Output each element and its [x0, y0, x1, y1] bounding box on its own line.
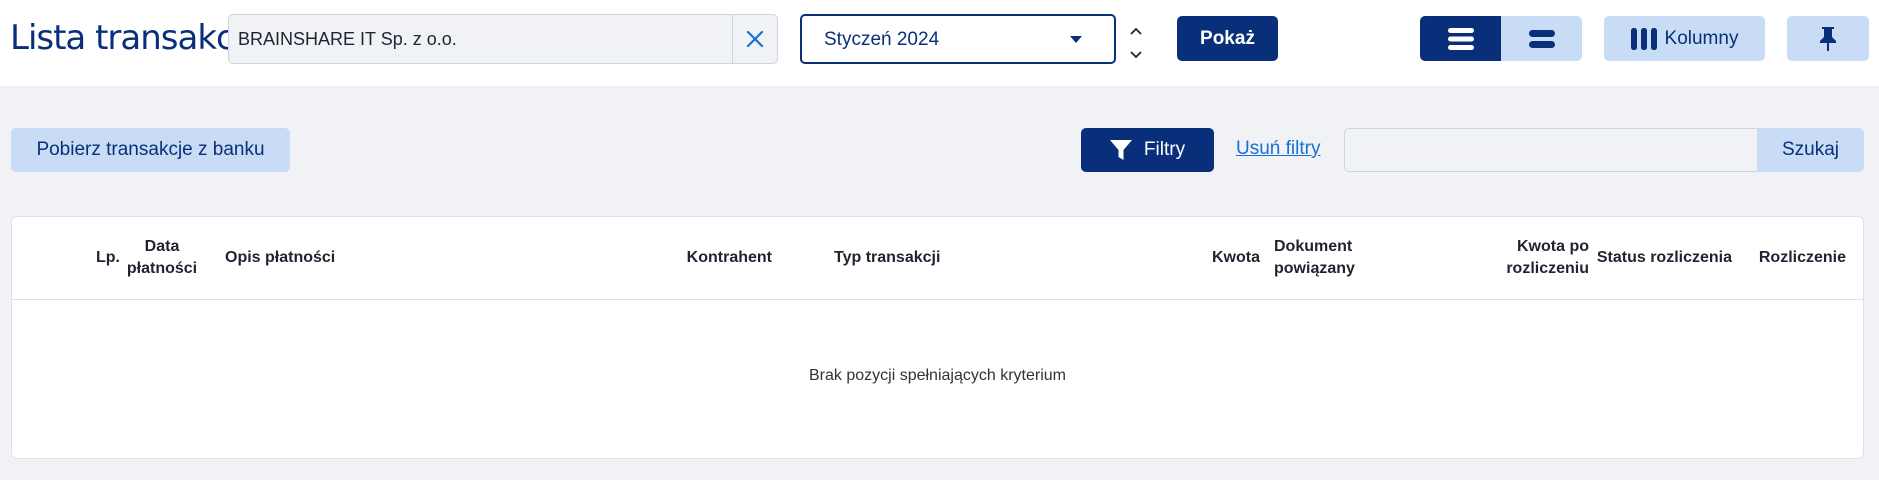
search-button[interactable]: Szukaj: [1757, 128, 1864, 172]
pin-button[interactable]: [1787, 16, 1869, 61]
close-icon: [746, 30, 764, 48]
list-view-button[interactable]: [1420, 16, 1501, 61]
filters-label: Filtry: [1143, 139, 1186, 160]
period-value: Styczeń 2024: [824, 29, 940, 50]
column-header-linked-document[interactable]: Dokument powiązany: [1274, 236, 1355, 280]
column-header-contractor[interactable]: Kontrahent: [612, 247, 772, 269]
chevron-down-icon: [1130, 51, 1142, 59]
filter-icon: [1109, 140, 1132, 160]
company-field[interactable]: BRAINSHARE IT Sp. z o.o.: [228, 14, 778, 64]
caret-down-icon: [1070, 36, 1082, 43]
clear-company-button[interactable]: [732, 15, 777, 63]
empty-state-message: Brak pozycji spełniających kryterium: [809, 367, 1066, 384]
pin-icon: [1820, 26, 1836, 51]
filters-button[interactable]: Filtry: [1081, 128, 1214, 172]
company-value: BRAINSHARE IT Sp. z o.o.: [238, 29, 457, 49]
chevron-up-icon: [1130, 27, 1142, 35]
view-toggle: [1420, 16, 1582, 61]
fetch-bank-transactions-button[interactable]: Pobierz transakcje z banku: [11, 128, 290, 172]
compact-view-button[interactable]: [1501, 16, 1582, 61]
columns-button[interactable]: Kolumny: [1604, 16, 1765, 61]
table-header: Lp. Data płatności Opis płatności Kontra…: [12, 217, 1863, 300]
column-header-settlement[interactable]: Rozliczenie: [1732, 247, 1846, 269]
column-header-settlement-status[interactable]: Status rozliczenia: [1585, 247, 1732, 269]
list-view-icon: [1447, 27, 1474, 50]
column-header-transaction-type[interactable]: Typ transakcji: [834, 247, 940, 269]
search-input[interactable]: [1344, 128, 1758, 172]
show-button[interactable]: Pokaż: [1177, 16, 1278, 61]
period-prev-button[interactable]: [1126, 46, 1146, 64]
columns-label: Kolumny: [1664, 27, 1739, 49]
page-title: Lista transakcji: [10, 18, 252, 58]
period-next-button[interactable]: [1126, 22, 1146, 40]
columns-icon: [1630, 27, 1657, 50]
transactions-table: Lp. Data płatności Opis płatności Kontra…: [11, 216, 1864, 459]
remove-filters-link[interactable]: Usuń filtry: [1236, 138, 1320, 160]
column-header-amount-after-settlement[interactable]: Kwota po rozliczeniu: [1432, 236, 1589, 280]
column-header-amount[interactable]: Kwota: [1152, 247, 1260, 269]
column-header-lp[interactable]: Lp.: [80, 247, 120, 269]
compact-view-icon: [1528, 29, 1555, 48]
column-header-payment-date[interactable]: Data płatności: [120, 236, 204, 280]
top-bar: Lista transakcji BRAINSHARE IT Sp. z o.o…: [0, 0, 1879, 86]
column-header-payment-description[interactable]: Opis płatności: [225, 247, 335, 269]
period-select[interactable]: Styczeń 2024: [800, 14, 1116, 64]
